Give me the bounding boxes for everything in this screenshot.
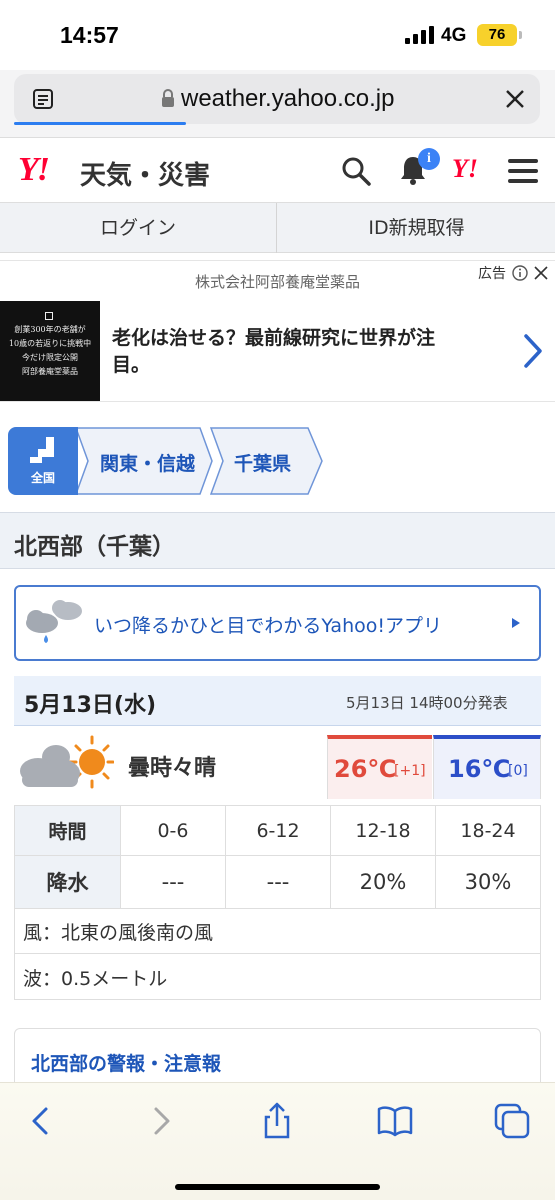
close-icon[interactable] — [504, 88, 526, 110]
japan-map-icon — [30, 437, 54, 463]
yahoo-top-link[interactable]: Y! — [452, 154, 478, 184]
yahoo-logo[interactable]: Y! — [18, 151, 50, 189]
precip-cell: 30% — [435, 855, 541, 909]
site-title[interactable]: 天気・災害 — [80, 155, 210, 192]
ad-info-icon[interactable] — [512, 265, 528, 281]
ad-close-icon[interactable] — [533, 265, 549, 281]
search-icon[interactable] — [340, 155, 372, 187]
register-button[interactable]: ID新規取得 — [278, 203, 555, 253]
url-text[interactable]: weather.yahoo.co.jp — [181, 85, 394, 113]
browser-address-area: weather.yahoo.co.jp — [0, 70, 555, 138]
period-cell: 18-24 — [435, 805, 541, 856]
low-temp-cell: 16℃ [0] — [433, 735, 541, 799]
breadcrumb-item-region[interactable]: 関東・信越 — [100, 449, 195, 476]
wind-info: 風：北東の風後南の風 — [14, 908, 541, 954]
period-cell: 6-12 — [225, 805, 331, 856]
ad-sponsor: 株式会社阿部養庵堂薬品 — [194, 273, 360, 291]
rain-cloud-icon — [26, 600, 82, 643]
notification-badge: i — [418, 148, 440, 170]
browser-toolbar — [0, 1082, 555, 1200]
period-cell: 12-18 — [330, 805, 436, 856]
status-bar: 14:57 4G 76 — [0, 0, 555, 70]
weather-description: 曇時々晴 — [128, 756, 217, 781]
back-icon[interactable] — [22, 1101, 62, 1141]
tabs-icon[interactable] — [492, 1101, 532, 1141]
forecast-date-bar: 5月13日(水) 5月13日 14時00分発表 — [14, 676, 541, 726]
ad-image-line: 10歳の若返りに挑戦中 — [8, 339, 92, 348]
ad-image-line: 今だけ限定公開 — [22, 353, 78, 362]
low-temp-diff: [0] — [508, 763, 528, 779]
low-temp: 16℃ — [448, 755, 511, 783]
site-header: Y! 天気・災害 Y! — [0, 139, 555, 203]
page-title: 北西部（千葉） — [14, 534, 175, 560]
bookmarks-icon[interactable] — [375, 1101, 415, 1141]
table-row: 時間 0-6 6-12 12-18 18-24 — [14, 805, 541, 856]
ad-image[interactable]: 創業300年の老舗が 10歳の若返りに挑戦中 今だけ限定公開 阿部養庵堂薬品 — [0, 301, 100, 401]
precip-cell: 20% — [330, 855, 436, 909]
breadcrumb-home[interactable]: 全国 — [8, 427, 78, 495]
ad-image-line: 創業300年の老舗が — [14, 325, 86, 334]
table-row: 降水 --- --- 20% 30% — [14, 855, 541, 909]
high-temp-cell: 26℃ [+1] — [327, 735, 432, 799]
ad-banner[interactable]: 株式会社阿部養庵堂薬品 広告 創業300年の老舗が 10歳の若返りに挑戦中 今だ… — [0, 260, 555, 402]
precip-cell: --- — [225, 855, 331, 909]
login-button[interactable]: ログイン — [0, 203, 277, 253]
page-load-progress — [14, 122, 186, 125]
share-icon[interactable] — [257, 1101, 297, 1141]
lock-icon — [162, 89, 174, 107]
breadcrumb-item-prefecture[interactable]: 千葉県 — [234, 449, 291, 476]
reader-mode-icon[interactable] — [32, 88, 54, 110]
auth-bar: ログイン ID新規取得 — [0, 203, 555, 253]
status-time: 14:57 — [60, 22, 119, 48]
wave-info: 波：0.5メートル — [14, 954, 541, 1000]
menu-icon[interactable] — [508, 159, 538, 183]
region-header: 北西部（千葉） — [0, 512, 555, 569]
issued-time: 5月13日 14時00分発表 — [346, 694, 508, 712]
high-temp-diff: [+1] — [394, 763, 426, 779]
time-header: 時間 — [14, 805, 121, 856]
forward-icon[interactable] — [140, 1101, 180, 1141]
battery-icon: 76 — [477, 24, 522, 46]
network-type: 4G — [441, 25, 467, 46]
chevron-right-icon[interactable] — [522, 333, 544, 369]
breadcrumb-home-label: 全国 — [30, 471, 55, 485]
precip-header: 降水 — [14, 855, 121, 909]
warnings-title[interactable]: 北西部の警報・注意報 — [31, 1049, 221, 1076]
play-arrow-icon — [512, 618, 520, 628]
period-cell: 0-6 — [120, 805, 226, 856]
ad-label: 広告 — [478, 266, 506, 282]
breadcrumb: 全国 関東・信越 千葉県 — [8, 427, 328, 495]
ad-headline[interactable]: 老化は治せる？最前線研究に世界が注目。 — [112, 325, 472, 378]
ad-image-line: 阿部養庵堂薬品 — [22, 367, 78, 376]
app-promo-banner[interactable]: いつ降るかひと目でわかるYahoo!アプリ — [14, 585, 541, 661]
precip-cell: --- — [120, 855, 226, 909]
high-temp: 26℃ — [334, 755, 397, 783]
precip-table: 時間 0-6 6-12 12-18 18-24 降水 --- --- 20% 3… — [14, 805, 541, 909]
app-promo-text: いつ降るかひと目でわかるYahoo!アプリ — [94, 615, 442, 637]
home-indicator — [175, 1184, 380, 1190]
forecast-date: 5月13日(水) — [24, 693, 157, 718]
address-bar[interactable]: weather.yahoo.co.jp — [14, 74, 540, 124]
cloudy-sunny-icon — [20, 735, 114, 789]
cellular-signal-icon — [405, 26, 435, 44]
